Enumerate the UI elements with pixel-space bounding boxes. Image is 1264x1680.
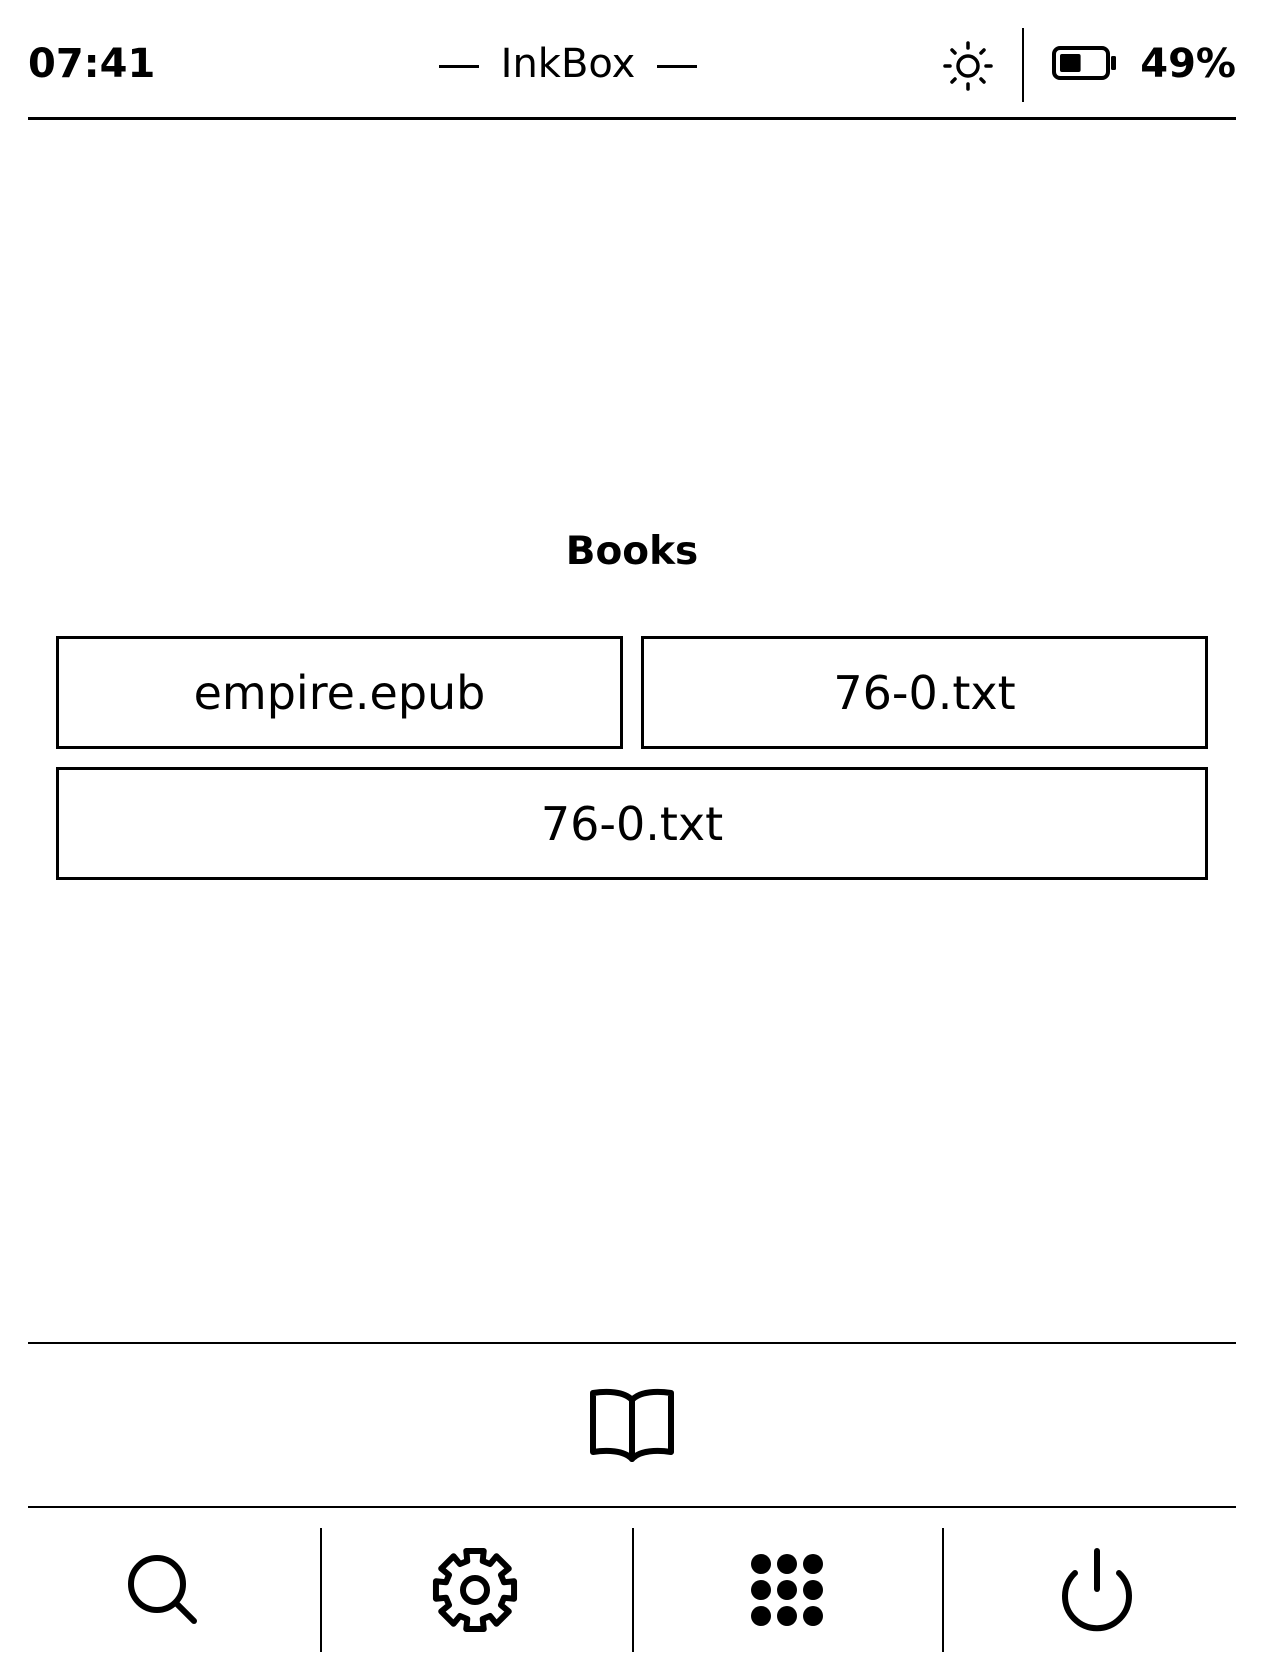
nav-divider-3 <box>942 1528 944 1652</box>
power-button[interactable] <box>952 1528 1242 1652</box>
brightness-icon[interactable] <box>942 40 994 92</box>
battery-percent: 49% <box>1140 41 1236 87</box>
book-button-76-0-txt[interactable]: 76-0.txt <box>641 636 1208 749</box>
search-button[interactable] <box>18 1528 308 1652</box>
app-title-text: InkBox <box>500 41 636 87</box>
nav-divider-2 <box>632 1528 634 1652</box>
bottom-divider-bottom <box>28 1506 1236 1508</box>
nav-divider-1 <box>320 1528 322 1652</box>
search-icon <box>128 1555 197 1624</box>
title-dash-left <box>438 64 479 68</box>
book-button-empire-epub[interactable]: empire.epub <box>56 636 623 749</box>
title-dash-right <box>657 64 698 68</box>
settings-button[interactable] <box>330 1528 620 1652</box>
apps-button[interactable] <box>642 1528 932 1652</box>
books-heading: Books <box>565 529 699 574</box>
battery-icon <box>1052 46 1118 80</box>
power-icon <box>1062 1548 1132 1632</box>
status-bar: 07:41 InkBox 49% <box>28 0 1236 120</box>
status-divider <box>1022 28 1024 102</box>
apps-grid-icon <box>751 1554 823 1626</box>
bottom-divider-top <box>28 1342 1236 1344</box>
battery-fill <box>1060 54 1081 72</box>
book-open-icon <box>590 1388 674 1462</box>
gear-icon <box>432 1547 518 1633</box>
book-button-76-0-txt-wide[interactable]: 76-0.txt <box>56 767 1208 880</box>
library-button[interactable] <box>582 1378 682 1474</box>
